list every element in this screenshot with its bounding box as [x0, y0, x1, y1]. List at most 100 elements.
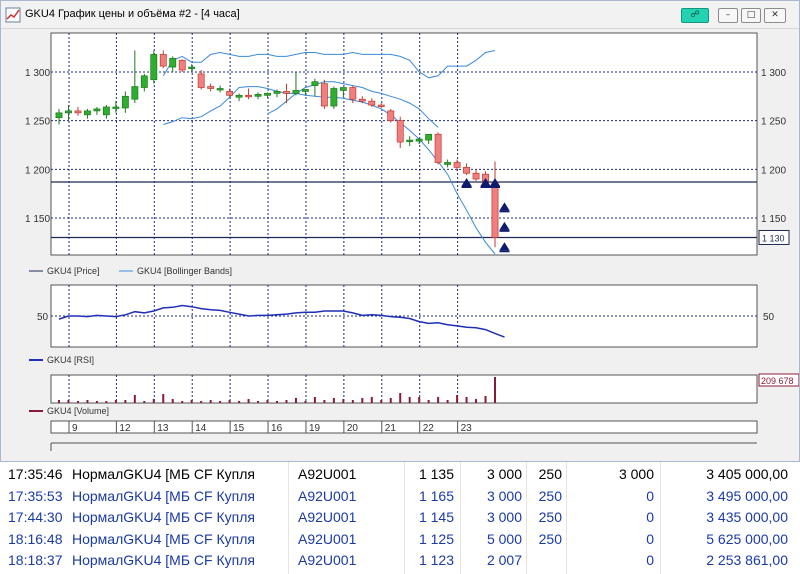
candle-body: [178, 59, 186, 71]
volume-bar: [361, 398, 364, 403]
volume-bar: [190, 400, 193, 403]
trade-time-cell: 18:18:37: [8, 552, 63, 568]
trade-time-cell: 17:35:46: [8, 466, 63, 482]
chart-window: GKU4 График цены и объёма #2 - [4 часа] …: [0, 0, 800, 462]
close-button[interactable]: ✕: [764, 8, 786, 23]
current-volume-label: 209 678: [761, 376, 794, 386]
window-title: GKU4 График цены и объёма #2 - [4 часа]: [25, 8, 240, 20]
trade-row[interactable]: 17:35:53 НормалGKU4 [МБ СF Купля A92U001 1 …: [0, 486, 800, 507]
volume-bar: [285, 400, 288, 403]
volume-bar: [437, 397, 440, 403]
volume-bar: [67, 400, 70, 403]
candle-body: [273, 91, 281, 94]
trade-sum-cell: 5 625 000,00: [706, 530, 788, 547]
date-label: 23: [461, 423, 473, 434]
title-bar[interactable]: GKU4 График цены и объёма #2 - [4 часа] …: [1, 1, 799, 29]
candle-body: [74, 110, 82, 114]
link-button[interactable]: ☍: [681, 8, 709, 23]
volume-bar: [209, 400, 212, 403]
volume-bar: [380, 400, 383, 403]
rsi-tick-label-left: 50: [37, 312, 49, 323]
candle-body: [415, 138, 423, 142]
trade-row[interactable]: 17:44:30 НормалGKU4 [МБ СF Купля A92U001 1 …: [0, 507, 800, 528]
candle-body: [197, 73, 205, 88]
candle-body: [463, 167, 470, 174]
volume-bar: [399, 393, 402, 403]
trade-time-cell: 17:44:30: [8, 509, 63, 525]
trade-price-cell: 1 135: [418, 466, 454, 482]
volume-bar: [294, 398, 297, 403]
maximize-button[interactable]: □: [741, 8, 761, 23]
trade-row[interactable]: 18:16:48 НормалGKU4 [МБ СF Купля A92U001 1 …: [0, 529, 800, 550]
candle-body: [453, 162, 461, 168]
trade-row[interactable]: 17:35:46 НормалGKU4 [МБ СF Купля A92U001 1 …: [0, 464, 800, 485]
candle-body: [188, 66, 196, 69]
trade-rest-cell: 3 000: [618, 466, 654, 482]
candle-body: [254, 93, 262, 97]
price-tick-label-left: 1 300: [25, 68, 50, 79]
trade-price-cell: 1 123: [418, 552, 454, 568]
buy-arrow-base: [461, 186, 472, 188]
volume-bar: [114, 400, 117, 403]
date-label: 9: [72, 423, 78, 434]
trade-quantity-cell: 3 000: [486, 509, 522, 525]
volume-bar: [313, 397, 316, 403]
candle-body: [302, 89, 309, 92]
candle-body: [368, 100, 376, 106]
volume-bar: [418, 397, 421, 403]
volume-bar: [323, 400, 326, 403]
trade-order-type-cell: НормалGKU4 [МБ СF Купля: [72, 466, 255, 482]
minimize-button[interactable]: –: [718, 8, 738, 23]
volume-panel: [50, 374, 758, 404]
trade-lot-cell: 250: [538, 509, 562, 525]
trade-price-cell: 1 145: [418, 509, 454, 525]
trade-quantity-cell: 5 000: [486, 530, 522, 547]
buy-arrow-base: [480, 186, 491, 188]
trade-lot-cell: 250: [538, 530, 562, 547]
chart-app-icon: [5, 7, 21, 23]
candle-body: [320, 83, 328, 107]
volume-bar: [257, 401, 260, 403]
candle-body: [140, 75, 148, 88]
trade-account-cell: A92U001: [298, 487, 357, 504]
buy-arrow-base: [490, 186, 500, 188]
trade-account-cell: A92U001: [298, 509, 357, 525]
trade-order-type-cell: НормалGKU4 [МБ СF Купля: [72, 509, 255, 525]
date-label: 15: [233, 423, 245, 434]
volume-bar: [342, 399, 345, 403]
volume-bar: [152, 399, 155, 403]
candle-body: [330, 88, 338, 107]
trade-rest-cell: 0: [646, 530, 654, 547]
candle-body: [339, 87, 347, 91]
candle-body: [444, 162, 452, 165]
volume-bar: [181, 401, 184, 403]
volume-bar: [247, 399, 250, 403]
volume-bar: [484, 396, 487, 403]
volume-bar: [465, 397, 468, 403]
date-label: 21: [385, 423, 397, 434]
candle-body: [396, 120, 404, 143]
trade-row[interactable]: 18:18:37 НормалGKU4 [МБ СF Купля A92U001 1 …: [0, 550, 800, 571]
trade-price-cell: 1 165: [418, 487, 454, 504]
trade-rest-cell: 0: [646, 487, 654, 504]
price-chart[interactable]: 9 12 13 14 15 16 19 20 21 22 23 1 300 1 300 1 250 1 25…: [1, 29, 799, 461]
volume-bar: [162, 394, 165, 403]
volume-bar: [332, 398, 335, 403]
volume-bar: [95, 401, 98, 403]
candle-body: [112, 106, 120, 109]
volume-bar: [370, 397, 373, 403]
candle-body: [216, 88, 224, 91]
trade-order-type-cell: НормалGKU4 [МБ СF Купля: [72, 487, 255, 504]
volume-bar: [58, 400, 60, 403]
candle-body: [358, 98, 366, 102]
trade-account-cell: A92U001: [298, 552, 357, 568]
price-tick-label-right: 1 250: [761, 117, 786, 128]
volume-bar: [105, 401, 108, 403]
volume-bar: [408, 397, 411, 403]
trade-quantity-cell: 2 007: [486, 552, 522, 568]
candle-body: [245, 94, 252, 98]
volume-bar: [304, 401, 307, 403]
trade-sum-cell: 3 495 000,00: [706, 487, 788, 504]
candle-body: [235, 94, 243, 98]
candle-body: [102, 106, 110, 116]
